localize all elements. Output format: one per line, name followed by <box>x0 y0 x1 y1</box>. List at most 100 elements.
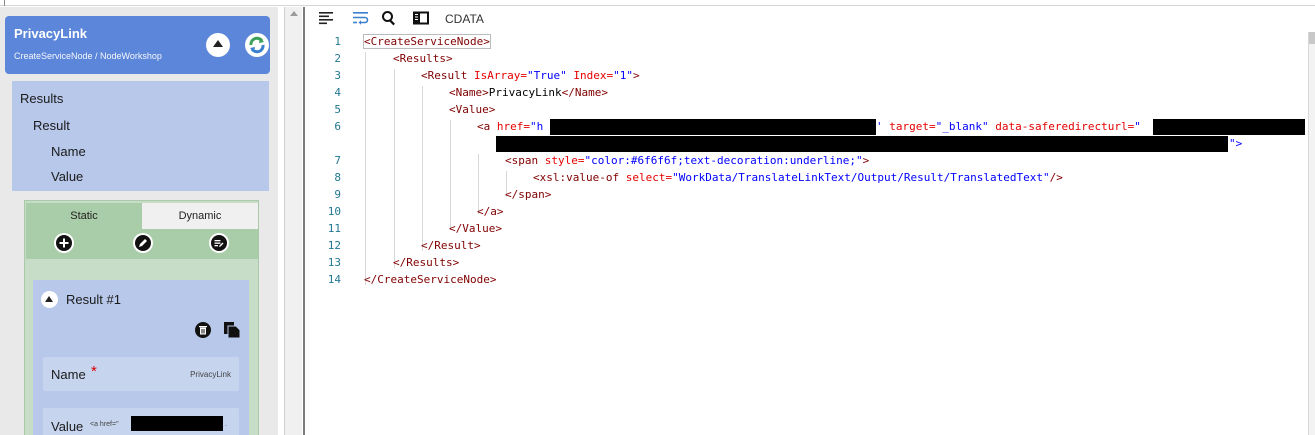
collapse-up-icon[interactable] <box>206 33 230 57</box>
line-number: 3 <box>334 69 341 82</box>
line-number: 13 <box>327 256 341 269</box>
edit-icon[interactable] <box>133 233 153 253</box>
line-number: 9 <box>334 188 341 201</box>
node-title: PrivacyLink <box>14 26 87 41</box>
redacted-block <box>1153 119 1305 135</box>
top-tick <box>4 0 5 6</box>
line-number: 10 <box>327 205 341 218</box>
code-tag: <span <box>505 154 539 167</box>
code-line-13: </Results> <box>393 256 459 269</box>
code-attr: data-saferedirecturl= <box>995 120 1135 133</box>
code-attr: target= <box>889 120 936 133</box>
scroll-up-icon[interactable] <box>290 11 298 16</box>
line-number: 8 <box>334 171 341 184</box>
result-card: Result #1 Name * PrivacyLink Value <a hr… <box>33 280 249 435</box>
left-scrollbar[interactable] <box>284 7 302 435</box>
line-number: 5 <box>334 103 341 116</box>
search-icon[interactable] <box>381 10 397 26</box>
code-attr: href= <box>496 120 530 133</box>
code-line-6c: "> <box>1229 137 1242 150</box>
tree-item-value[interactable]: Value <box>51 169 83 184</box>
cdata-toggle[interactable]: CDATA <box>445 12 484 26</box>
value-field[interactable]: Value <a href=" . <box>43 408 239 435</box>
format-icon[interactable] <box>318 10 334 26</box>
code-attr: style= <box>544 154 585 167</box>
code-line-8: <xsl:value-of select="WorkData/Translate… <box>533 171 1063 184</box>
redacted-block <box>550 119 876 135</box>
refresh-icon[interactable] <box>245 33 269 57</box>
required-marker: * <box>91 363 97 380</box>
code-line-12: </Result> <box>421 239 481 252</box>
line-number: 6 <box>334 120 341 133</box>
name-field[interactable]: Name * PrivacyLink <box>43 357 239 391</box>
code-editor[interactable]: 1 2 3 4 5 6 7 8 9 10 11 12 13 14 <Create… <box>305 32 1315 435</box>
editor-toolbar: CDATA <box>305 7 1315 29</box>
name-label: Name <box>51 367 86 382</box>
add-icon[interactable] <box>54 233 74 253</box>
tree-item-results[interactable]: Results <box>20 91 63 106</box>
scroll-thumb[interactable] <box>1309 32 1315 44</box>
tree-item-result[interactable]: Result <box>33 118 70 133</box>
code-line-7: <span style="color:#6f6f6f;text-decorati… <box>505 154 869 167</box>
code-value: "h <box>530 120 544 133</box>
tab-static[interactable]: Static <box>26 203 142 229</box>
panel-toggle-icon[interactable] <box>412 10 429 26</box>
code-tag: <CreateServiceNode> <box>363 34 491 49</box>
indent-guide <box>394 69 395 268</box>
value-tail: . <box>225 421 227 428</box>
copy-icon[interactable] <box>223 321 241 339</box>
code-tag: </CreateServiceNode> <box>364 273 497 286</box>
redacted-block <box>131 416 223 431</box>
indent-guide <box>422 86 423 251</box>
code-tag: <Name> <box>449 86 489 99</box>
code-panel: CDATA 1 2 3 4 5 6 7 8 9 10 11 12 13 14 <… <box>305 7 1315 435</box>
code-tag: </Result> <box>421 239 481 252</box>
code-tag: <a <box>477 120 491 133</box>
code-line-10: </a> <box>477 205 504 218</box>
code-attr: Index= <box>573 69 614 82</box>
tab-dynamic[interactable]: Dynamic <box>142 203 258 229</box>
code-tag: </Results> <box>393 256 460 269</box>
value-preview: <a href=" <box>90 421 119 428</box>
line-number: 11 <box>327 222 341 235</box>
schema-tree: Results Result Name Value <box>12 81 269 191</box>
line-number: 4 <box>334 86 341 99</box>
code-value: "1" <box>613 69 633 82</box>
node-breadcrumb: CreateServiceNode / NodeWorkshop <box>14 51 162 61</box>
code-line-4: <Name>PrivacyLink</Name> <box>449 86 608 99</box>
code-tag: <Value> <box>449 103 496 116</box>
result-title: Result #1 <box>66 292 121 307</box>
code-value: ' <box>876 120 883 133</box>
code-line-2: <Results> <box>393 52 453 65</box>
top-strip <box>0 0 1315 6</box>
code-line-11: </Value> <box>449 222 502 235</box>
mapping-editor: Static Dynamic Result #1 Name * PrivacyL… <box>24 200 259 435</box>
line-number: 12 <box>327 239 341 252</box>
line-number: 14 <box>327 273 341 286</box>
code-scrollbar[interactable] <box>1309 32 1315 435</box>
code-tag: > <box>862 154 870 167</box>
code-tag: </span> <box>505 188 552 201</box>
code-line-5: <Value> <box>449 103 495 116</box>
indent-guide <box>365 52 366 285</box>
code-line-9: </span> <box>505 188 551 201</box>
code-tag: <Results> <box>393 52 453 65</box>
code-tag: /> <box>1049 171 1063 184</box>
code-attr: select= <box>625 171 673 184</box>
result-header: Result #1 <box>33 280 249 350</box>
code-value: "True" <box>526 69 567 82</box>
word-wrap-icon[interactable] <box>352 10 369 26</box>
code-value: "color:#6f6f6f;text-decoration:underline… <box>584 154 863 167</box>
list-edit-icon[interactable] <box>209 233 229 253</box>
tree-item-name[interactable]: Name <box>51 144 86 159</box>
code-tag: </Name> <box>561 86 608 99</box>
line-number: 7 <box>334 154 341 167</box>
code-tag: </Value> <box>449 222 502 235</box>
indent-guide <box>450 120 451 230</box>
code-line-6b: ' target="_blank" data-saferedirecturl=" <box>876 120 1141 133</box>
delete-icon[interactable] <box>195 322 211 338</box>
code-attr: IsArray= <box>473 69 527 82</box>
result-collapse-icon[interactable] <box>41 291 58 308</box>
value-label: Value <box>51 419 84 434</box>
redacted-block <box>496 136 1228 152</box>
